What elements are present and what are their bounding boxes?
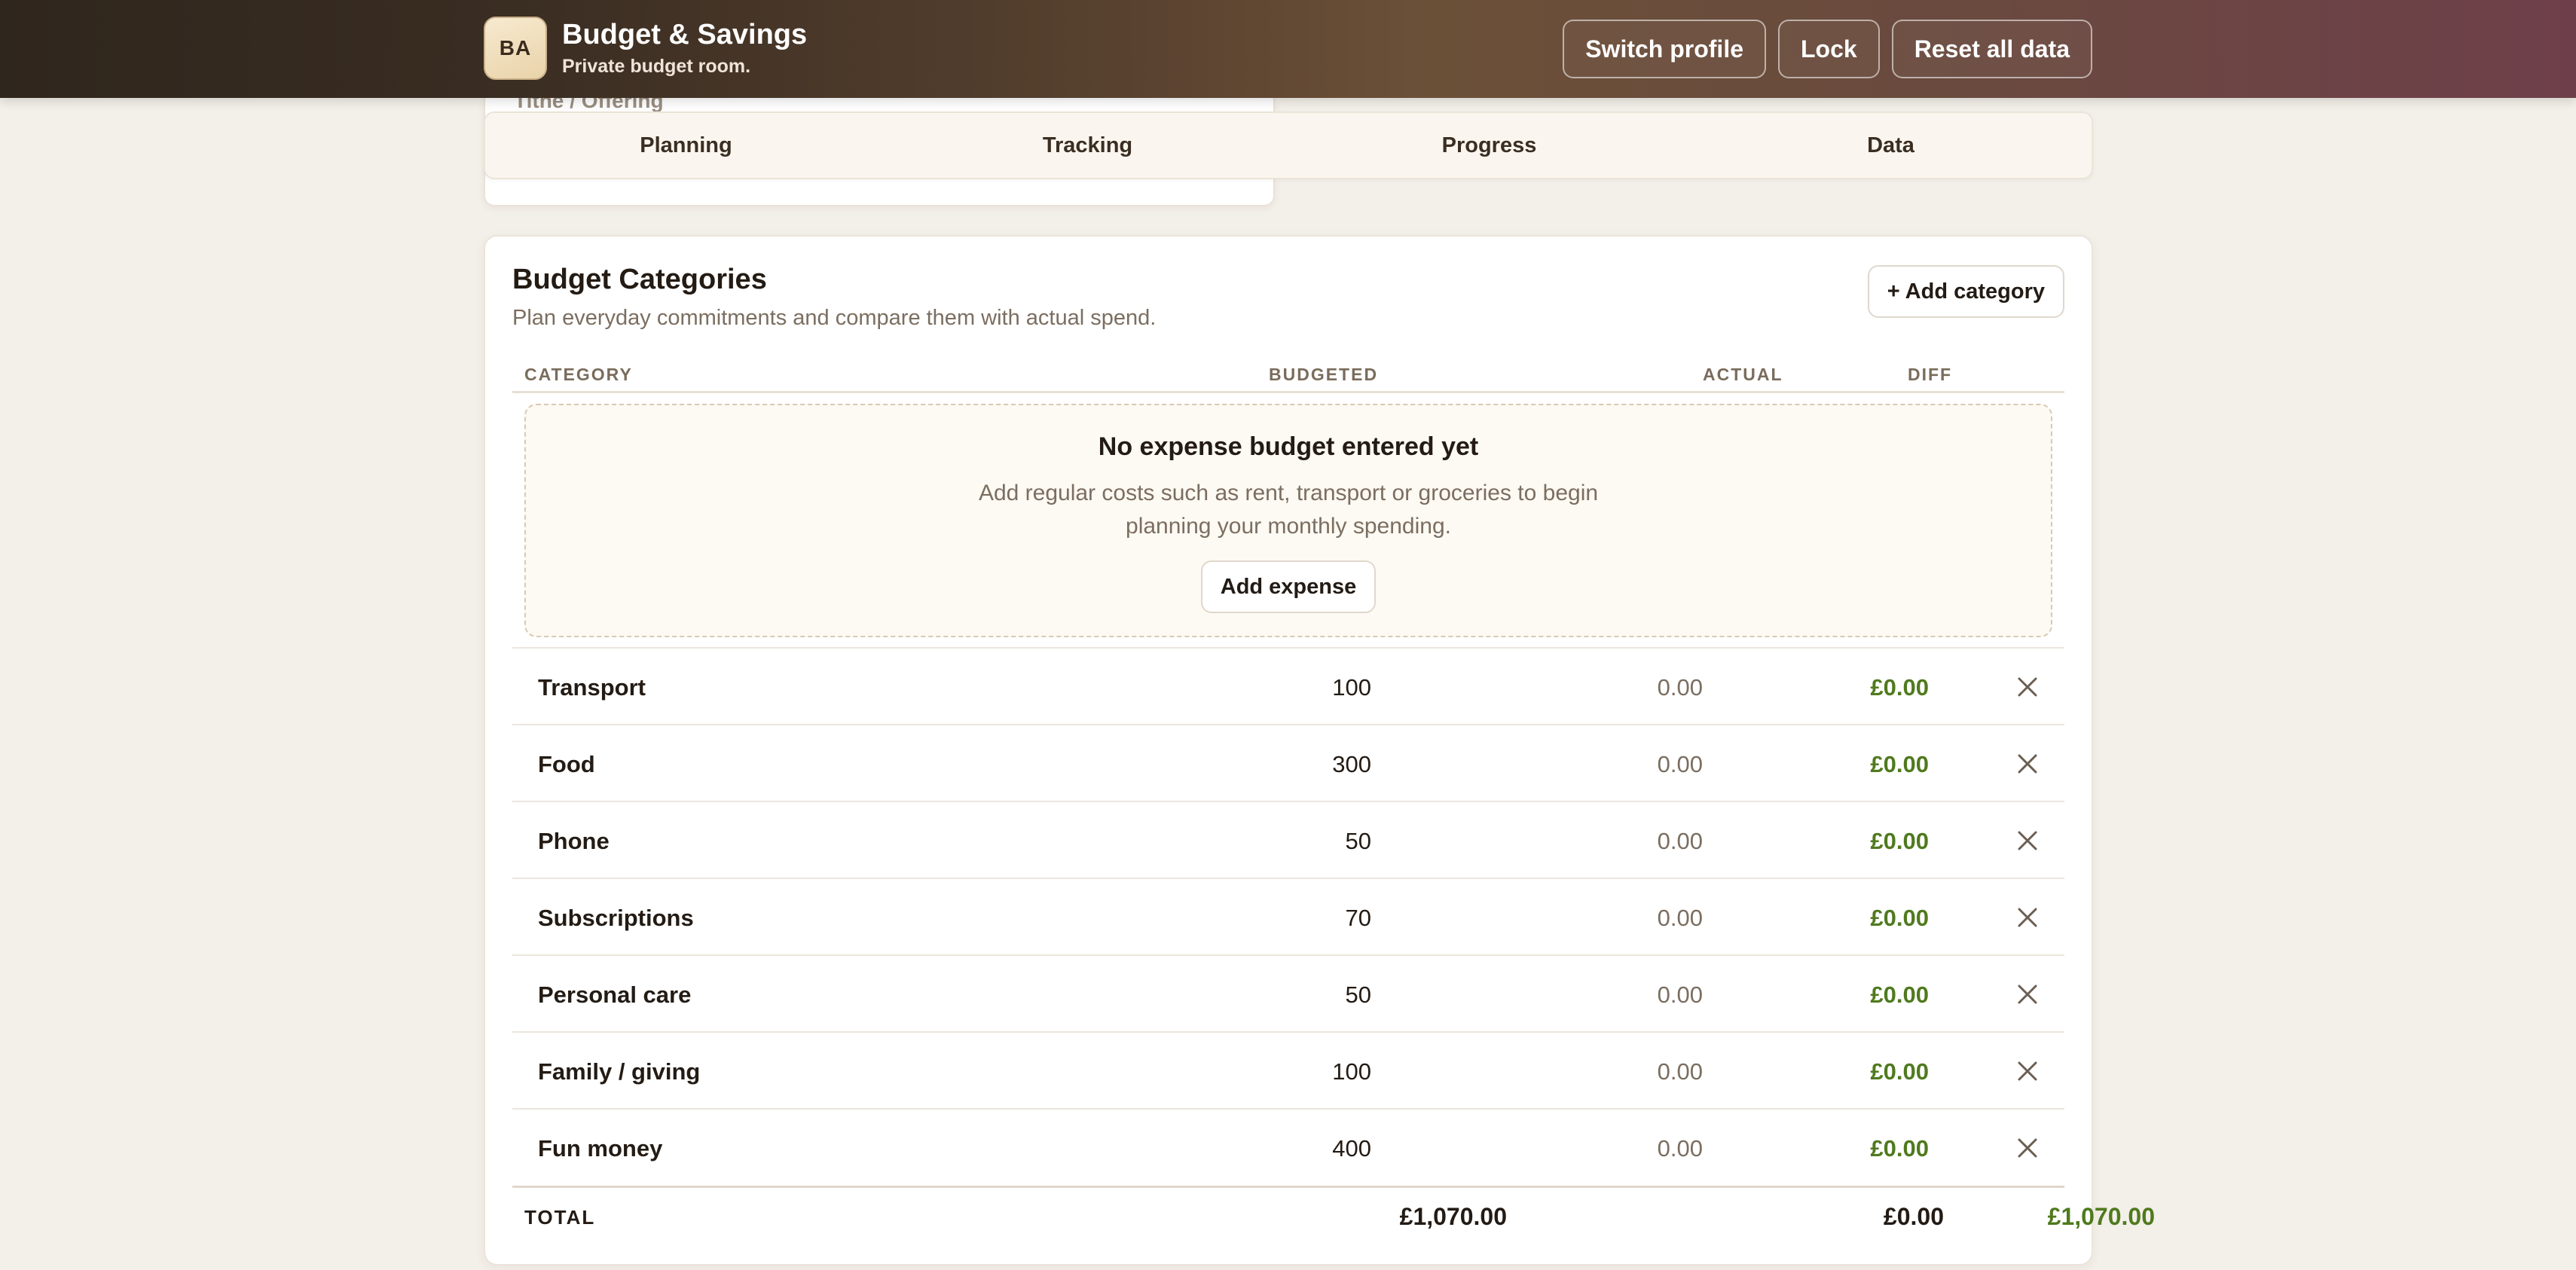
actual-value: 0.00 [1657,982,1703,1008]
tab-progress[interactable]: Progress [1288,133,1690,158]
add-category-button[interactable]: + Add category [1867,265,2064,318]
table-header: CATEGORY BUDGETED ACTUAL DIFF [512,359,2064,393]
diff-value: £0.00 [1870,1135,1929,1162]
app-subtitle: Private budget room. [562,56,751,78]
budgeted-value[interactable]: 50 [1145,828,1371,855]
close-icon[interactable] [2009,668,2046,706]
budgeted-value[interactable]: 100 [1145,674,1371,701]
budget-categories-card: Budget Categories Plan everyday commitme… [484,235,2155,1265]
tab-planning[interactable]: Planning [485,133,887,158]
category-name[interactable]: Subscriptions [538,905,694,932]
close-icon[interactable] [2009,975,2046,1013]
tab-bar: Planning Tracking Progress Data [484,111,2093,179]
column-header-budgeted: BUDGETED [1269,365,1379,384]
table-row: Family / giving 100 0.00 £0.00 [512,1031,2064,1108]
app-title: Budget & Savings [562,18,808,50]
total-row: TOTAL £1,070.00 £0.00 £1,070.00 [512,1186,2155,1246]
diff-value: £0.00 [1870,982,1929,1008]
budgeted-value[interactable]: 70 [1145,905,1371,932]
close-icon[interactable] [2009,1052,2046,1090]
actual-value: 0.00 [1657,751,1703,777]
category-name[interactable]: Food [538,751,595,778]
empty-state: No expense budget entered yet Add regula… [524,404,2052,637]
budgeted-value[interactable]: 400 [1145,1135,1371,1162]
empty-state-title: No expense budget entered yet [1098,432,1479,461]
actual-value: 0.00 [1657,674,1703,701]
table-row: Food 300 0.00 £0.00 [512,724,2064,801]
category-name[interactable]: Transport [538,674,646,701]
close-icon[interactable] [2009,745,2046,783]
budgeted-value[interactable]: 300 [1145,751,1371,778]
top-bar: BA Budget & Savings Private budget room.… [0,0,2576,98]
tab-tracking[interactable]: Tracking [887,133,1288,158]
column-header-actual: ACTUAL [1703,365,1783,384]
total-diff: £1,070.00 [2047,1203,2155,1230]
total-budgeted: £1,070.00 [1399,1203,1507,1230]
add-expense-button[interactable]: Add expense [1200,560,1377,613]
total-actual: £0.00 [1883,1203,1944,1230]
lock-button[interactable]: Lock [1778,20,1880,78]
switch-profile-button[interactable]: Switch profile [1563,20,1766,78]
diff-value: £0.00 [1870,828,1929,854]
table-row: Personal care 50 0.00 £0.00 [512,954,2064,1031]
close-icon[interactable] [2009,1129,2046,1167]
close-icon[interactable] [2009,822,2046,859]
diff-value: £0.00 [1870,751,1929,777]
category-name[interactable]: Personal care [538,982,691,1009]
total-label: TOTAL [524,1206,596,1229]
diff-value: £0.00 [1870,674,1929,701]
table-row: Phone 50 0.00 £0.00 [512,801,2064,878]
diff-value: £0.00 [1870,905,1929,931]
category-name[interactable]: Family / giving [538,1058,700,1085]
category-name[interactable]: Fun money [538,1135,662,1162]
column-header-category: CATEGORY [524,365,633,384]
actual-value: 0.00 [1657,905,1703,931]
table-row: Subscriptions 70 0.00 £0.00 [512,878,2064,954]
column-header-diff: DIFF [1908,365,1953,384]
card-subtitle: Plan everyday commitments and compare th… [512,306,1157,330]
diff-value: £0.00 [1870,1058,1929,1085]
card-title: Budget Categories [512,264,767,295]
actual-value: 0.00 [1657,1058,1703,1085]
brand-text: Budget & Savings Private budget room. [562,19,807,78]
brand: BA Budget & Savings Private budget room. [484,17,807,80]
category-rows: Transport 100 0.00 £0.00 Food 300 0.00 £… [512,647,2064,1185]
table-row: Transport 100 0.00 £0.00 [512,647,2064,724]
budgeted-value[interactable]: 50 [1145,982,1371,1009]
actual-value: 0.00 [1657,828,1703,854]
table-row: Fun money 400 0.00 £0.00 [512,1108,2064,1185]
budgeted-value[interactable]: 100 [1145,1058,1371,1085]
actual-value: 0.00 [1657,1135,1703,1162]
category-name[interactable]: Phone [538,828,610,855]
top-actions: Switch profile Lock Reset all data [1563,20,2092,78]
close-icon[interactable] [2009,899,2046,936]
reset-all-data-button[interactable]: Reset all data [1891,20,2092,78]
tab-data[interactable]: Data [1690,133,2092,158]
empty-state-text: Add regular costs such as rent, transpor… [978,481,1599,539]
profile-logo: BA [484,17,547,80]
